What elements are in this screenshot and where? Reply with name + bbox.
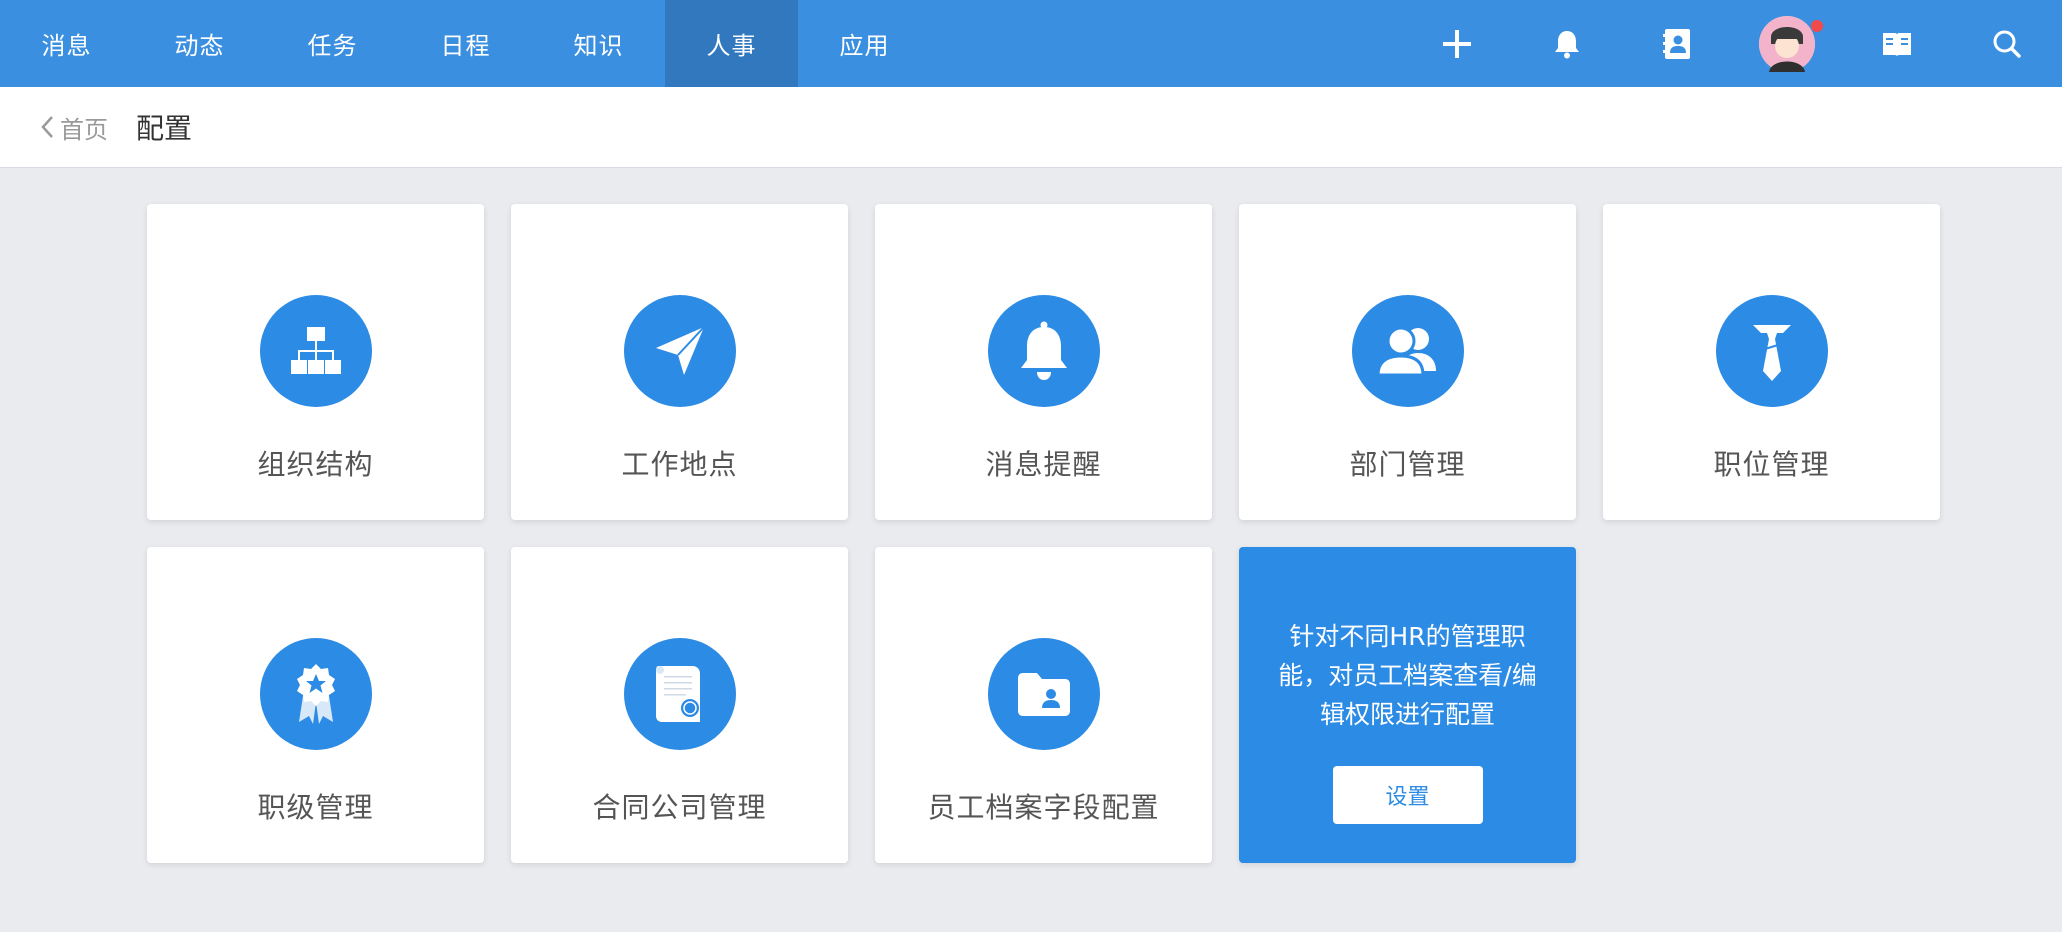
card-icon-circle — [259, 295, 372, 407]
nav-item-tasks[interactable]: 任务 — [266, 0, 399, 87]
search-button[interactable] — [1952, 0, 2062, 87]
card-label: 消息提醒 — [985, 448, 1102, 481]
promo-description: 针对不同HR的管理职能，对员工档案查看/编辑权限进行配置 — [1278, 622, 1537, 729]
nav-item-apps[interactable]: 应用 — [798, 0, 931, 87]
card-org-structure[interactable]: 组织结构 — [147, 204, 484, 520]
card-work-location[interactable]: 工作地点 — [511, 204, 848, 520]
badge-star-icon — [296, 664, 335, 724]
send-arrow-icon — [655, 326, 705, 375]
notifications-button[interactable] — [1512, 0, 1622, 87]
card-label: 部门管理 — [1349, 448, 1466, 481]
card-icon-circle — [987, 295, 1100, 407]
avatar-image-icon — [1759, 15, 1815, 72]
card-position-management[interactable]: 职位管理 — [1603, 204, 1940, 520]
card-label: 员工档案字段配置 — [927, 791, 1160, 824]
contacts-button[interactable] — [1622, 0, 1732, 87]
notification-dot — [1811, 19, 1823, 32]
card-contract-company-management[interactable]: 合同公司管理 — [511, 547, 848, 863]
card-icon-circle — [259, 638, 372, 750]
card-label: 组织结构 — [257, 448, 374, 481]
card-department-management[interactable]: 部门管理 — [1239, 204, 1576, 520]
bell-icon — [1555, 30, 1579, 58]
hr-permission-promo-card: 针对不同HR的管理职能，对员工档案查看/编辑权限进行配置 设置 — [1239, 547, 1576, 863]
card-label: 职级管理 — [257, 791, 374, 824]
certificate-icon — [655, 666, 700, 722]
main-nav: 消息 动态 任务 日程 知识 人事 应用 — [0, 0, 931, 87]
users-icon — [1375, 326, 1436, 377]
settings-button[interactable]: 设置 — [1332, 766, 1483, 824]
nav-item-knowledge[interactable]: 知识 — [532, 0, 665, 87]
add-button[interactable] — [1402, 0, 1512, 87]
card-label: 工作地点 — [621, 448, 738, 481]
nav-item-schedule[interactable]: 日程 — [399, 0, 532, 87]
card-icon-circle — [987, 638, 1100, 750]
org-chart-icon — [290, 327, 341, 374]
card-label: 合同公司管理 — [592, 791, 767, 824]
tie-icon — [1752, 325, 1791, 381]
card-message-reminder[interactable]: 消息提醒 — [875, 204, 1212, 520]
top-navigation-bar: 消息 动态 任务 日程 知识 人事 应用 — [0, 0, 2062, 87]
card-rank-management[interactable]: 职级管理 — [147, 547, 484, 863]
page-title: 配置 — [136, 112, 193, 145]
breadcrumb: 首页 配置 — [0, 87, 2062, 168]
card-label: 职位管理 — [1713, 448, 1830, 481]
avatar — [1759, 15, 1823, 72]
nav-item-hr[interactable]: 人事 — [665, 0, 798, 87]
contacts-icon — [1663, 28, 1690, 59]
card-icon-circle — [623, 638, 736, 750]
card-icon-circle — [623, 295, 736, 407]
search-icon — [1993, 30, 2021, 58]
back-label: 首页 — [60, 115, 108, 144]
card-employee-file-field-config[interactable]: 员工档案字段配置 — [875, 547, 1212, 863]
book-icon — [1883, 32, 1911, 56]
bell-icon — [1020, 321, 1067, 380]
folder-user-icon — [1017, 673, 1070, 716]
plus-icon — [1443, 29, 1471, 58]
card-icon-circle — [1715, 295, 1828, 407]
back-home-link[interactable]: 首页 — [40, 110, 108, 145]
config-card-grid: 组织结构 工作地点 消息提醒 部门管理 职位管理 职级管理 合同公司管理 员工档… — [147, 204, 1940, 863]
nav-item-messages[interactable]: 消息 — [0, 0, 133, 87]
user-avatar-button[interactable] — [1732, 0, 1842, 87]
chevron-left-icon — [41, 116, 53, 138]
nav-tools — [1402, 0, 2062, 87]
manual-button[interactable] — [1842, 0, 1952, 87]
nav-item-activity[interactable]: 动态 — [133, 0, 266, 87]
card-icon-circle — [1351, 295, 1464, 407]
